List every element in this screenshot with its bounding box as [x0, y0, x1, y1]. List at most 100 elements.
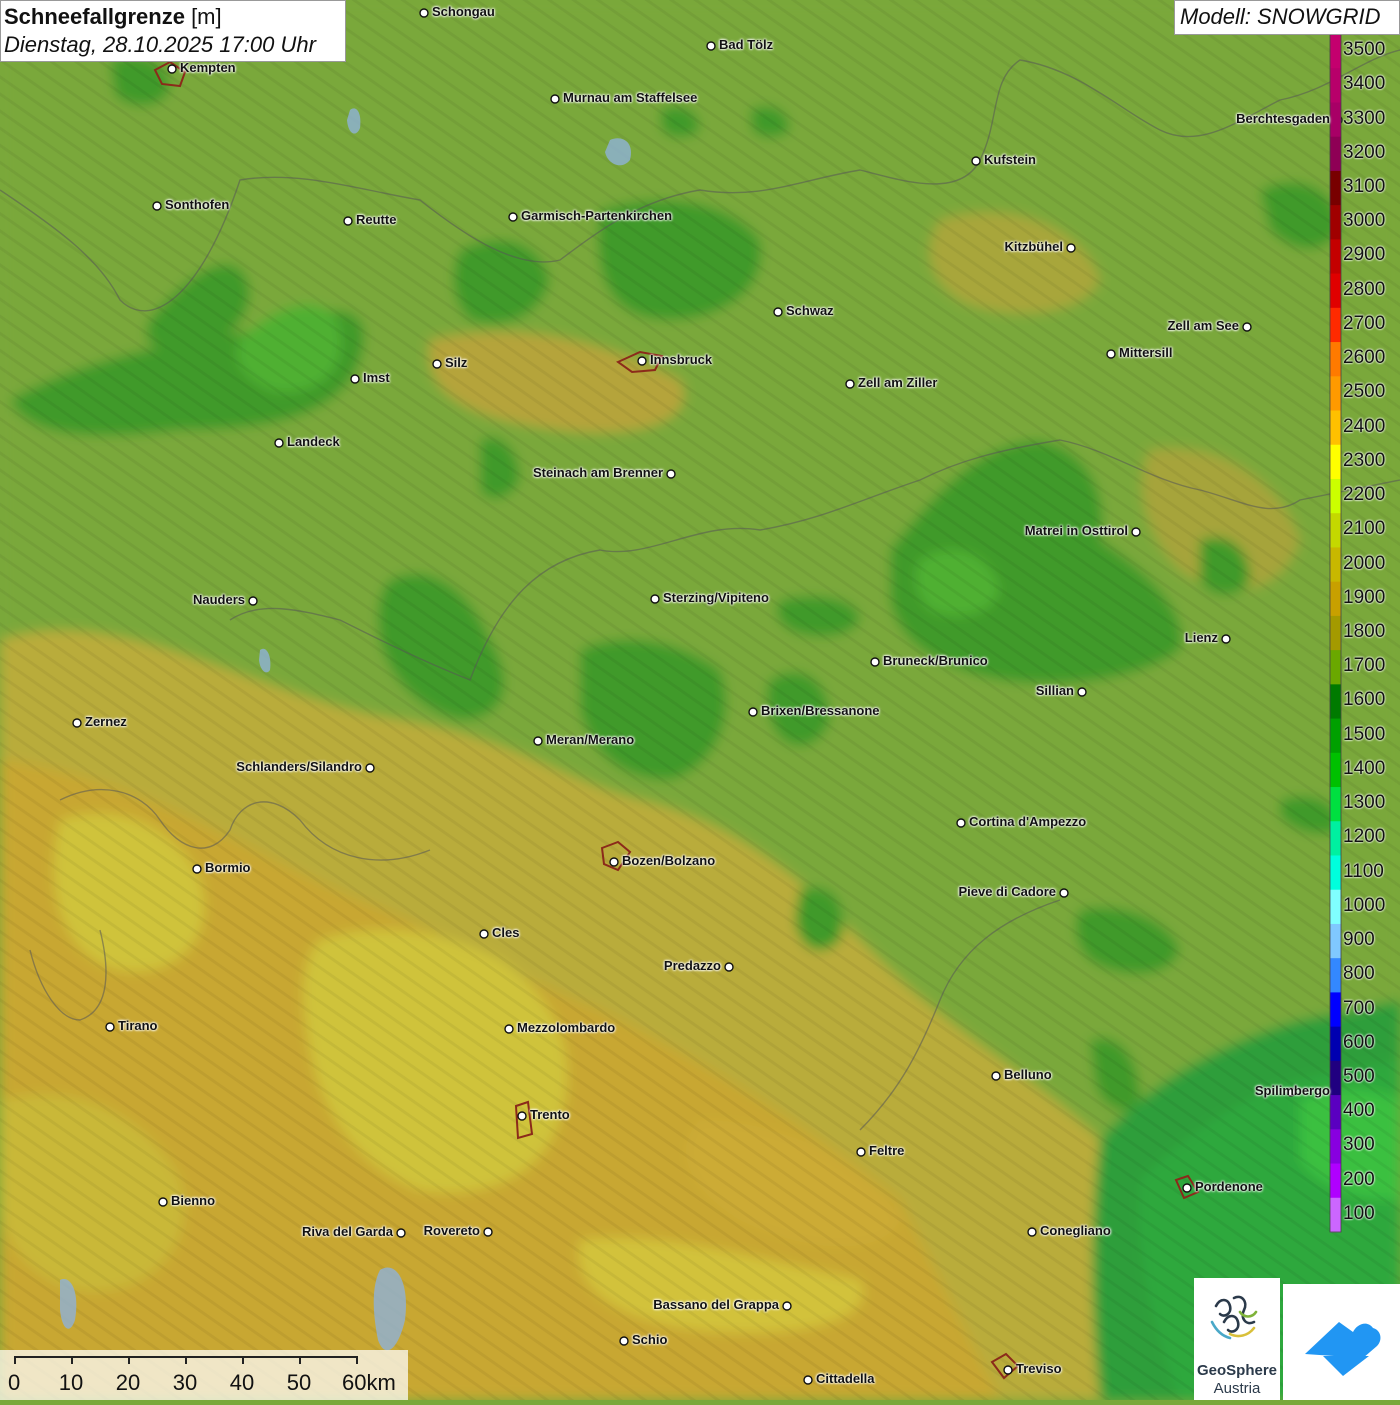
city-label: Garmisch-Partenkirchen	[521, 208, 673, 223]
scale-tick	[71, 1356, 73, 1364]
legend-level-label: 700	[1343, 997, 1375, 1019]
city-marker-icon	[845, 379, 855, 389]
scale-bar: 0 10 20 30 40 50 60km	[0, 1350, 408, 1400]
city-marker-icon	[508, 212, 518, 222]
city-label: Pordenone	[1195, 1179, 1263, 1194]
scale-tick	[128, 1356, 130, 1364]
city-label: Brixen/Bressanone	[761, 703, 880, 718]
legend-color-swatch	[1330, 821, 1341, 856]
legend-color-swatch	[1330, 307, 1341, 343]
city-marker-icon	[650, 594, 660, 604]
city-marker-icon	[343, 216, 353, 226]
legend-level-label: 1900	[1343, 586, 1386, 608]
legend-level-label: 1200	[1343, 826, 1386, 848]
city-label: Sillian	[1035, 683, 1074, 698]
legend-color-swatch	[1330, 1129, 1341, 1165]
scale-label: 50	[286, 1370, 312, 1395]
city-label: Bienno	[171, 1193, 216, 1208]
city-marker-icon	[152, 201, 162, 211]
city-label: Bassano del Grappa	[653, 1297, 779, 1312]
city-marker-icon	[72, 718, 82, 728]
legend-level-label: 2900	[1343, 244, 1386, 266]
legend-level-label: 3000	[1343, 210, 1386, 232]
scale-tick	[356, 1356, 358, 1364]
city-label: Imst	[363, 370, 390, 385]
legend-level-label: 1000	[1343, 894, 1386, 916]
city-marker-icon	[971, 156, 981, 166]
legend-color-swatch	[1330, 923, 1341, 959]
legend-level-label: 3400	[1343, 73, 1386, 95]
city-label: Schlanders/Silandro	[236, 759, 362, 774]
city-marker-icon	[1077, 687, 1087, 697]
legend-level-label: 2300	[1343, 449, 1386, 471]
city-label: Murnau am Staffelsee	[563, 90, 698, 105]
city-marker-icon	[748, 707, 758, 717]
legend-level-label: 1300	[1343, 792, 1386, 814]
city-marker-icon	[870, 657, 880, 667]
legend-color-swatch	[1330, 615, 1341, 651]
city-marker-icon	[1242, 322, 1252, 332]
city-label: Zernez	[85, 714, 127, 729]
city-label: Landeck	[287, 434, 340, 449]
city-marker-icon	[350, 374, 360, 384]
legend-color-swatch	[1330, 273, 1341, 309]
legend-color-swatch	[1330, 342, 1341, 377]
city-marker-icon	[192, 864, 202, 874]
legend-level-label: 2100	[1343, 518, 1386, 540]
legend-level-label: 2500	[1343, 381, 1386, 403]
city-label: Zell am See	[1167, 318, 1239, 333]
legend-level-label: 3300	[1343, 107, 1386, 129]
legend-level-label: 1700	[1343, 655, 1386, 677]
legend-color-swatch	[1330, 581, 1341, 617]
legend-level-label: 200	[1343, 1168, 1375, 1190]
legend-color-swatch	[1330, 513, 1341, 548]
legend-color-swatch	[1330, 68, 1341, 103]
model-label: Modell: SNOWGRID	[1174, 0, 1400, 35]
city-label: Kufstein	[984, 152, 1036, 167]
city-marker-icon	[1106, 349, 1116, 359]
legend-level-label: 2600	[1343, 347, 1386, 369]
legend-color-swatch	[1330, 102, 1341, 138]
city-label: Bruneck/Brunico	[883, 653, 988, 668]
legend-level-label: 1800	[1343, 621, 1386, 642]
city-marker-icon	[1131, 527, 1141, 537]
city-label: Reutte	[356, 212, 397, 227]
city-label: Sterzing/Vipiteno	[663, 590, 769, 605]
city-label: Predazzo	[663, 958, 721, 973]
city-label: Steinach am Brenner	[532, 465, 663, 480]
legend-color-swatch	[1330, 170, 1341, 206]
legend-color-swatch	[1330, 958, 1341, 993]
legend-color-swatch	[1330, 684, 1341, 720]
scale-label: 0	[8, 1370, 21, 1395]
legend-color-swatch	[1330, 444, 1341, 480]
legend-color-swatch	[1330, 1197, 1341, 1233]
city-label: Tirano	[118, 1018, 158, 1033]
scale-label: 10	[58, 1370, 84, 1395]
city-marker-icon	[550, 94, 560, 104]
city-marker-icon	[1003, 1365, 1013, 1375]
city-label: Lienz	[1184, 630, 1218, 645]
legend-color-swatch	[1330, 205, 1341, 240]
scale-tick	[14, 1356, 16, 1364]
city-marker-icon	[856, 1147, 866, 1157]
scale-label: 40	[229, 1370, 255, 1395]
legend-color-swatch	[1330, 478, 1341, 514]
city-marker-icon	[991, 1071, 1001, 1081]
legend-level-label: 300	[1343, 1134, 1375, 1156]
city-marker-icon	[274, 438, 284, 448]
city-label: Sonthofen	[165, 197, 230, 212]
legend-color-swatch	[1330, 752, 1341, 788]
city-label: Cortina d'Ampezzo	[969, 814, 1087, 829]
legend-level-label: 100	[1343, 1202, 1375, 1224]
city-label: Silz	[445, 355, 468, 370]
legend-color-swatch	[1330, 855, 1341, 891]
city-marker-icon	[483, 1227, 493, 1237]
city-marker-icon	[724, 962, 734, 972]
legend-level-label: 1400	[1343, 757, 1386, 779]
city-marker-icon	[803, 1375, 813, 1385]
city-label: Kempten	[180, 60, 236, 75]
city-marker-icon	[167, 64, 177, 74]
city-label: Feltre	[869, 1143, 905, 1158]
legend-color-swatch	[1330, 1060, 1341, 1096]
city-label: Schwaz	[786, 303, 834, 318]
